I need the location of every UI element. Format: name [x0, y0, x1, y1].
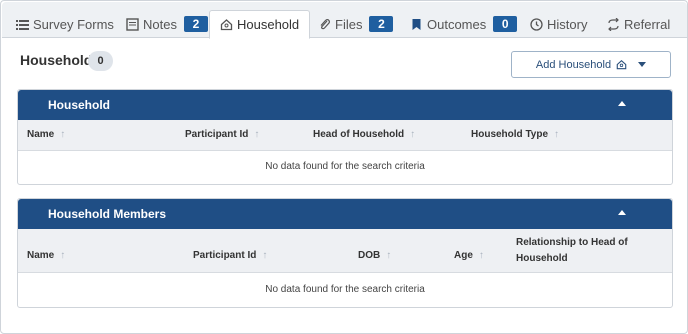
column-household-type[interactable]: Household Type ↑ [471, 129, 559, 140]
column-relationship[interactable]: Relationship to Head of Household [516, 235, 636, 267]
column-label: Relationship to Head of Household [516, 237, 628, 264]
column-age[interactable]: Age ↑ [454, 250, 484, 261]
column-name[interactable]: Name ↑ [27, 250, 65, 261]
page-title: Household [20, 52, 93, 68]
tab-label: Notes [143, 16, 177, 32]
add-household-label: Add Household [535, 58, 612, 71]
chevron-down-icon [638, 62, 647, 67]
tab-files[interactable]: Files 2 [318, 10, 394, 38]
collapse-icon[interactable] [618, 101, 626, 106]
column-dob[interactable]: DOB ↑ [358, 250, 391, 261]
column-label: DOB [358, 250, 381, 261]
column-label: Age [454, 250, 473, 261]
notes-count-badge: 2 [183, 16, 208, 32]
refresh-icon [608, 17, 619, 31]
column-label: Name [27, 250, 55, 261]
column-label: Household Type [471, 129, 549, 140]
column-label: Participant Id [193, 250, 257, 261]
home-icon [616, 59, 627, 70]
tab-label: Survey Forms [33, 16, 114, 32]
clock-icon [530, 17, 543, 31]
column-participant-id[interactable]: Participant Id ↑ [185, 129, 259, 140]
tab-label: Referral [624, 16, 671, 32]
sort-icon[interactable]: ↑ [386, 250, 391, 261]
column-name[interactable]: Name ↑ [27, 129, 65, 140]
tab-survey-forms[interactable]: Survey Forms [16, 10, 114, 38]
empty-state-message: No data found for the search criteria [265, 161, 425, 172]
sort-icon[interactable]: ↑ [60, 250, 65, 261]
note-icon [126, 17, 139, 31]
files-count-badge: 2 [369, 16, 394, 32]
household-page: Survey Forms Notes 2 Household Files 2 O… [0, 0, 688, 334]
tab-notes[interactable]: Notes 2 [126, 10, 208, 38]
sort-icon[interactable]: ↑ [479, 250, 484, 261]
tab-outcomes[interactable]: Outcomes 0 [410, 10, 518, 38]
tab-label: Files [335, 16, 363, 32]
sort-icon[interactable]: ↑ [262, 250, 267, 261]
column-label: Head of Household [313, 129, 405, 140]
collapse-icon[interactable] [618, 210, 626, 215]
household-count-badge: 0 [88, 51, 113, 71]
outcomes-count-badge: 0 [493, 16, 518, 32]
sort-icon[interactable]: ↑ [554, 129, 559, 140]
tab-label: Household [237, 17, 300, 32]
household-table-header: Name ↑ Participant Id ↑ Head of Househol… [18, 120, 672, 151]
sort-icon[interactable]: ↑ [254, 129, 259, 140]
empty-state-message: No data found for the search criteria [265, 284, 425, 295]
column-head-of-household[interactable]: Head of Household ↑ [313, 129, 415, 140]
panel-title: Household Members [48, 207, 167, 221]
household-panel: Household Name ↑ Participant Id ↑ Head o… [17, 89, 673, 185]
bookmark-icon [412, 18, 421, 30]
column-participant-id[interactable]: Participant Id ↑ [193, 250, 267, 261]
list-icon [16, 19, 29, 30]
sort-icon[interactable]: ↑ [60, 129, 65, 140]
tab-history[interactable]: History [530, 10, 587, 38]
tab-label: History [547, 16, 588, 32]
household-members-panel-header[interactable]: Household Members [18, 199, 672, 229]
tab-label: Outcomes [427, 16, 487, 32]
column-label: Name [27, 129, 55, 140]
column-label: Participant Id [185, 129, 249, 140]
tab-household[interactable]: Household [209, 10, 311, 39]
home-icon [220, 19, 233, 31]
household-members-table-header: Name ↑ Participant Id ↑ DOB ↑ Age ↑ Rela… [18, 229, 672, 273]
tab-referral[interactable]: Referral [607, 10, 670, 38]
household-panel-header[interactable]: Household [18, 90, 672, 120]
add-household-button[interactable]: Add Household [511, 51, 671, 78]
household-members-panel: Household Members Name ↑ Participant Id … [17, 198, 673, 308]
panel-title: Household [48, 98, 110, 112]
tab-bar: Survey Forms Notes 2 Household Files 2 O… [2, 2, 687, 39]
paperclip-icon [320, 18, 330, 29]
sort-icon[interactable]: ↑ [410, 129, 415, 140]
